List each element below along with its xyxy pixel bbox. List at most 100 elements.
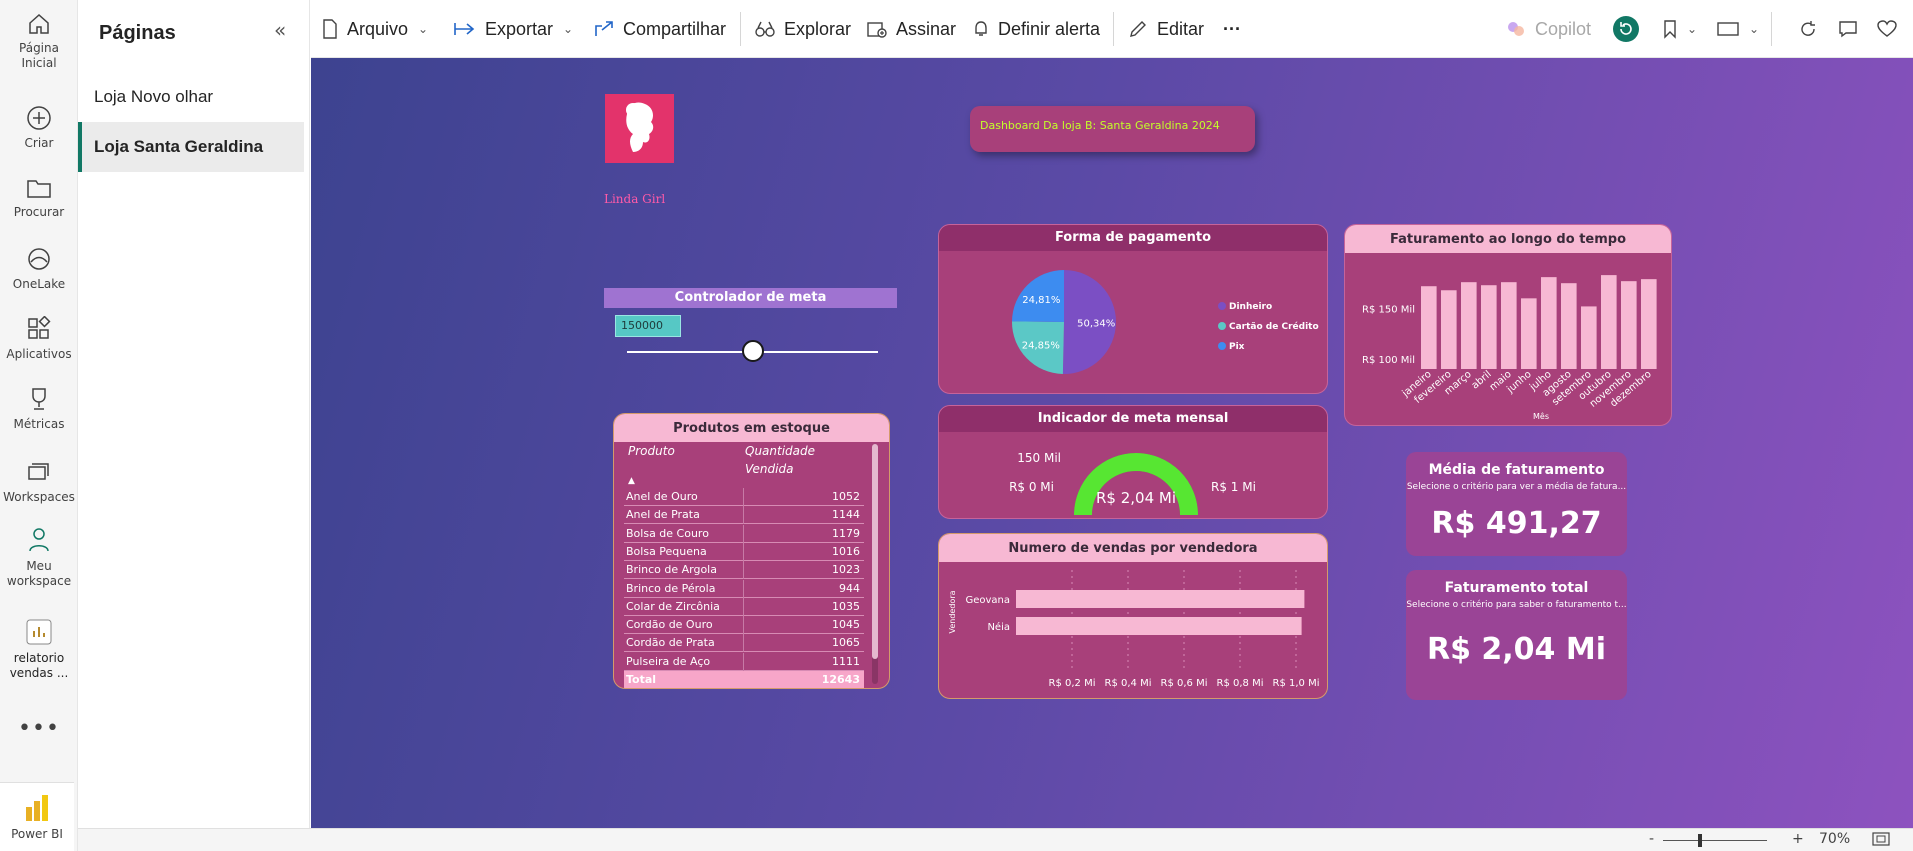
rail-metrics[interactable]: Métricas	[0, 386, 78, 432]
assinar-button[interactable]: Assinar	[867, 0, 956, 58]
meta-controller-title: Controlador de meta	[604, 288, 897, 308]
monthly-goal-card: Indicador de meta mensal R$ 2,04 Mi 150 M…	[938, 405, 1328, 519]
arquivo-menu[interactable]: Arquivo ⌄	[322, 0, 428, 58]
table-row[interactable]: Cordão de Ouro 1045	[624, 616, 864, 635]
column-divider	[743, 506, 744, 525]
revenue-bar	[1541, 277, 1557, 369]
column-divider	[743, 634, 744, 653]
product-cell: Cordão de Ouro	[626, 618, 713, 632]
meta-value-input[interactable]: 150000	[615, 315, 681, 337]
x-tick-label: R$ 0,4 Mi	[1105, 678, 1152, 689]
zoom-level[interactable]: 70%	[1819, 831, 1850, 847]
power-bi-logo-icon	[26, 795, 48, 821]
rail-apps[interactable]: Aplicativos	[0, 316, 78, 362]
copilot-label: Copilot	[1535, 18, 1592, 39]
rail-create[interactable]: Criar	[0, 105, 78, 151]
table-row[interactable]: Brinco de Pérola 944	[624, 579, 864, 598]
zoom-in-button[interactable]: +	[1792, 831, 1804, 847]
col-vendida-header[interactable]: Vendida	[745, 462, 793, 476]
bookmark-icon	[1664, 20, 1676, 39]
report-canvas: Linda Girl Dashboard Da loja B: Santa Ge…	[311, 58, 1913, 828]
definir-alerta-label: Definir alerta	[998, 18, 1101, 39]
rail-my-workspace[interactable]: Meu workspace	[0, 526, 78, 589]
page-item-santa-geraldina[interactable]: Loja Santa Geraldina	[78, 122, 304, 172]
zoom-out-button[interactable]: -	[1649, 831, 1654, 847]
heart-icon	[1877, 20, 1897, 37]
quantity-cell: 1111	[832, 654, 860, 668]
collapse-pane-icon[interactable]: «	[274, 18, 286, 42]
zoom-slider-thumb[interactable]	[1698, 834, 1702, 847]
table-row[interactable]: Pulseira de Aço 1111	[624, 652, 864, 671]
monthly-goal-gauge[interactable]: R$ 2,04 Mi 150 Mil R$ 0 Mi R$ 1 Mi	[939, 432, 1328, 519]
col-produto-header[interactable]: Produto	[628, 444, 675, 458]
table-row[interactable]: Bolsa de Couro 1179	[624, 524, 864, 543]
editar-button[interactable]: Editar	[1128, 0, 1204, 58]
bookmark-button[interactable]: ⌄	[1663, 0, 1697, 58]
copilot-button[interactable]: Copilot	[1506, 0, 1591, 58]
bell-icon	[973, 20, 989, 38]
reset-button[interactable]	[1612, 0, 1640, 58]
avg-revenue-value: R$ 491,27	[1431, 506, 1602, 541]
apps-icon	[28, 316, 51, 339]
avg-revenue-card: Média de faturamento Selecione o critéri…	[1406, 452, 1627, 556]
table-row[interactable]: Colar de Zircônia 1035	[624, 597, 864, 616]
rail-browse[interactable]: Procurar	[0, 176, 78, 220]
view-button[interactable]: ⌄	[1717, 0, 1759, 58]
table-row[interactable]: Cordão de Prata 1065	[624, 634, 864, 653]
more-options-button[interactable]: ···	[1223, 0, 1241, 58]
status-bar: - + 70%	[78, 828, 1913, 851]
copilot-icon	[1506, 19, 1526, 39]
zoom-slider[interactable]	[1663, 840, 1767, 841]
rail-my-workspace-label: Meu	[26, 559, 52, 573]
comments-button[interactable]	[1838, 0, 1858, 58]
exportar-menu[interactable]: Exportar ⌄	[454, 0, 573, 58]
revenue-bar	[1601, 275, 1617, 369]
sales-by-seller-title: Numero de vendas por vendedora	[939, 534, 1327, 562]
revenue-bar-chart[interactable]: R$ 150 MilR$ 100 Miljaneirofevereiromarç…	[1345, 253, 1672, 426]
payment-pie-chart[interactable]: 50,34% 24,85% 24,81% Dinheiro Cartão de Créd…	[939, 251, 1328, 394]
pie-data-label: 24,85%	[1022, 340, 1060, 351]
table-row[interactable]: Anel de Ouro 1052	[624, 488, 864, 506]
explorar-button[interactable]: Explorar	[755, 0, 851, 58]
sales-by-seller-chart[interactable]: R$ 0,2 Mi R$ 0,4 Mi R$ 0,6 Mi R$ 0,8 Mi R$ 1…	[939, 562, 1328, 699]
rail-workspaces[interactable]: Workspaces	[0, 459, 78, 505]
table-scrollbar-thumb[interactable]	[872, 444, 878, 659]
comment-icon	[1839, 21, 1857, 38]
pages-title: Páginas	[99, 22, 176, 44]
product-cell: Brinco de Argola	[626, 563, 717, 577]
chevron-down-icon: ⌄	[563, 22, 574, 36]
report-toolbar: Arquivo ⌄ Exportar ⌄ Compartilhar Explor…	[311, 0, 1913, 58]
seller-name-label: Néia	[987, 621, 1010, 633]
pages-pane: Páginas « Loja Novo olhar Loja Santa Ger…	[78, 0, 310, 828]
legend-label: Dinheiro	[1229, 302, 1272, 312]
page-item-novo-olhar[interactable]: Loja Novo olhar	[78, 72, 304, 122]
revenue-bar	[1461, 282, 1477, 369]
rail-report-label: relatorio	[13, 651, 65, 665]
compartilhar-button[interactable]: Compartilhar	[594, 0, 726, 58]
legend-swatch	[1218, 302, 1226, 310]
folder-icon	[27, 180, 51, 198]
power-bi-switcher[interactable]: Power BI	[0, 782, 74, 851]
revenue-bar	[1501, 282, 1517, 369]
table-row[interactable]: Anel de Prata 1144	[624, 506, 864, 525]
quantity-cell: 1045	[832, 618, 860, 632]
col-quantidade-header[interactable]: Quantidade	[745, 444, 815, 458]
rail-create-label: Criar	[24, 136, 54, 150]
table-row[interactable]: Bolsa Pequena 1016	[624, 542, 864, 561]
product-cell: Brinco de Pérola	[626, 581, 716, 595]
column-divider	[743, 542, 744, 561]
fit-to-page-icon[interactable]	[1872, 832, 1890, 850]
favorite-button[interactable]	[1877, 0, 1897, 58]
quantity-cell: 1023	[832, 563, 860, 577]
table-row[interactable]: Brinco de Argola 1023	[624, 561, 864, 580]
rail-report[interactable]: relatorio vendas ...	[0, 618, 78, 681]
rail-apps-label: Aplicativos	[6, 347, 72, 361]
rail-onelake[interactable]: OneLake	[0, 246, 78, 292]
refresh-button[interactable]	[1799, 0, 1817, 58]
table-scrollbar[interactable]	[872, 444, 878, 684]
meta-slider-thumb[interactable]	[741, 340, 764, 362]
rail-home[interactable]: Página Inicial	[0, 12, 78, 71]
sort-ascending-icon[interactable]: ▲	[628, 476, 635, 486]
definir-alerta-button[interactable]: Definir alerta	[973, 0, 1100, 58]
more-icon[interactable]: •••	[0, 716, 78, 741]
